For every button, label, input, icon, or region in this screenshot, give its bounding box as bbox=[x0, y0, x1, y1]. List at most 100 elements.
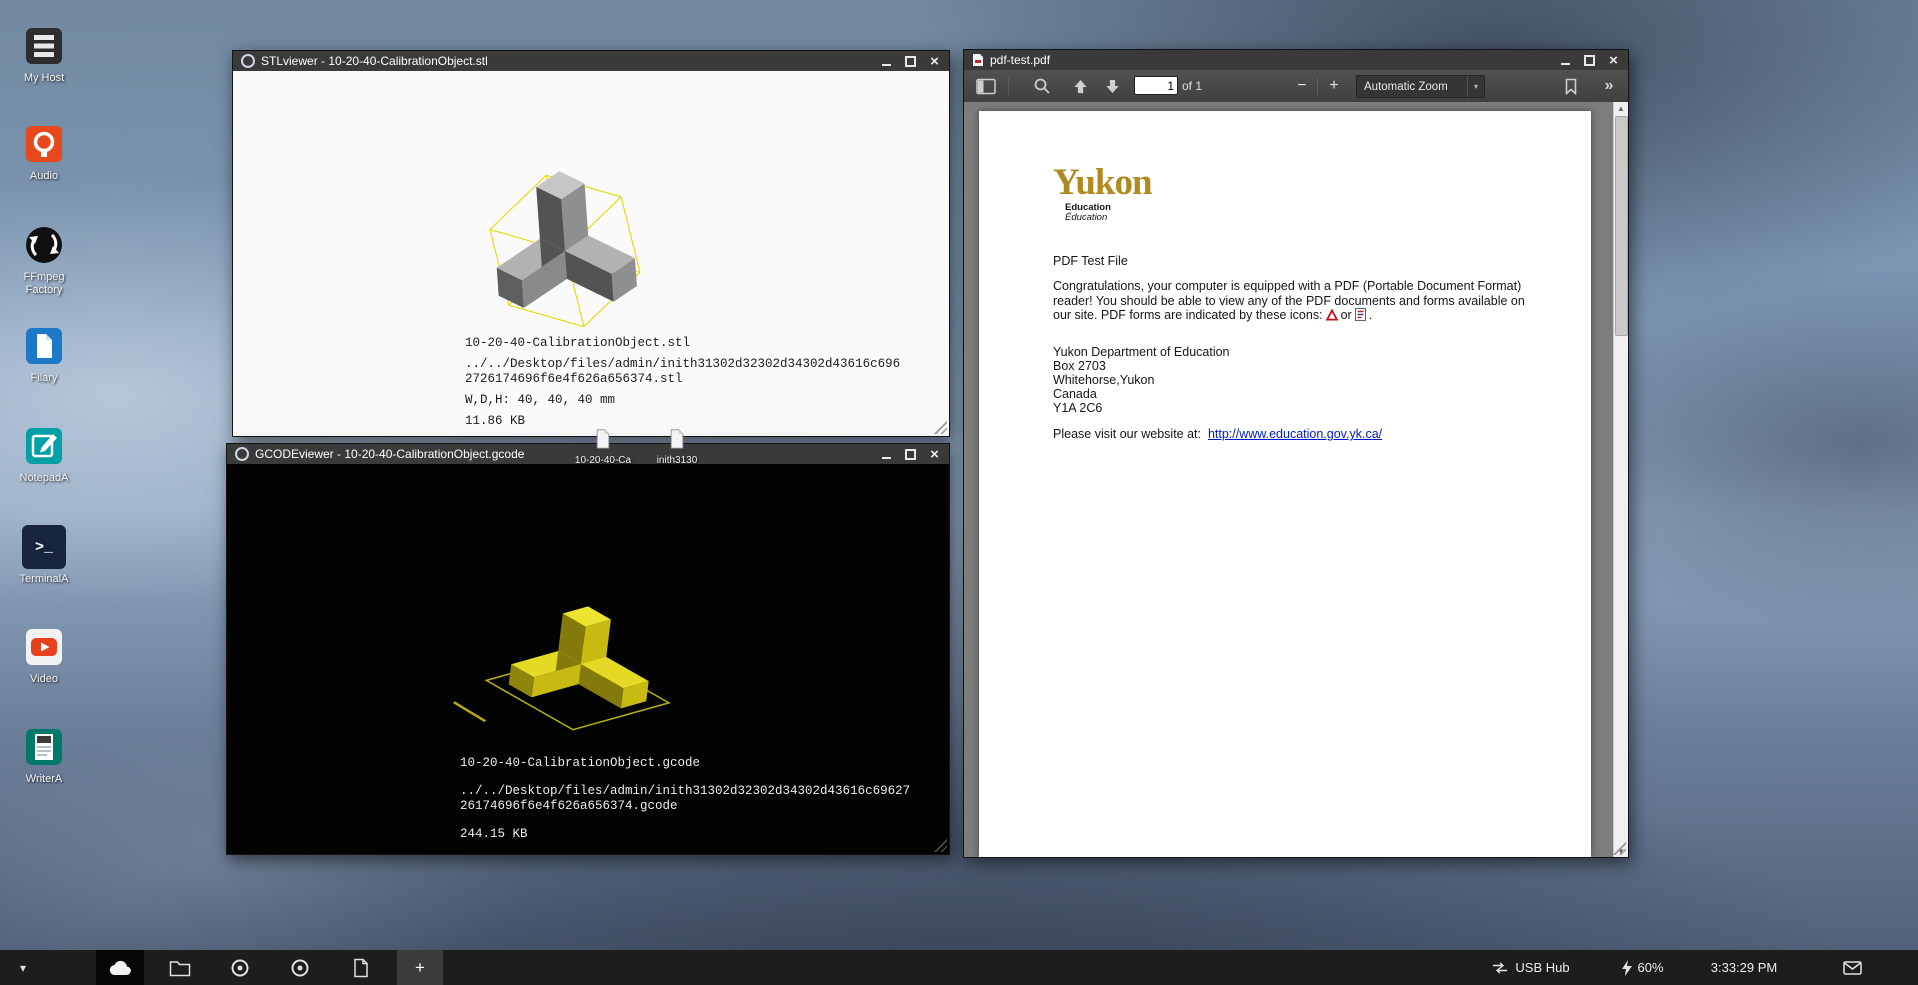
maximize-button[interactable] bbox=[904, 448, 917, 461]
taskbar-new-button[interactable]: + bbox=[397, 950, 443, 985]
power-icon bbox=[1622, 960, 1632, 976]
battery-percent-label: 60% bbox=[1637, 960, 1663, 975]
tray-battery[interactable]: 60% bbox=[1612, 950, 1674, 985]
address-line: Whitehorse,Yukon bbox=[1053, 373, 1230, 387]
bookmark-icon bbox=[1564, 78, 1578, 95]
stl-dimensions: W,D,H: 40, 40, 40 mm bbox=[465, 393, 900, 408]
close-button[interactable]: × bbox=[928, 55, 941, 68]
gcode-path-line1: ../../Desktop/files/admin/inith31302d323… bbox=[460, 784, 910, 799]
toggle-sidebar-button[interactable] bbox=[972, 70, 1000, 102]
resize-grip[interactable] bbox=[932, 837, 947, 852]
desktop-icon-label: Filary bbox=[6, 372, 82, 385]
zoom-level-select[interactable]: Automatic Zoom ▾ bbox=[1356, 75, 1485, 98]
desktop-icon-notepada[interactable]: NotepadA bbox=[6, 424, 82, 485]
taskbar-cloud-button[interactable] bbox=[96, 950, 144, 985]
taskbar-gcodeviewer-button[interactable] bbox=[276, 950, 324, 985]
pdf-doc-website-line: Please visit our website at: http://www.… bbox=[1053, 427, 1382, 441]
scrollbar-thumb[interactable] bbox=[1615, 116, 1628, 336]
minimize-button[interactable] bbox=[1559, 54, 1572, 67]
website-link[interactable]: http://www.education.gov.yk.ca/ bbox=[1208, 427, 1382, 441]
clock-label: 3:33:29 PM bbox=[1711, 960, 1778, 975]
chevron-down-icon: ▾ bbox=[1467, 76, 1484, 97]
gcode-viewer-window: GCODEviewer - 10-20-40-CalibrationObject… bbox=[226, 443, 950, 855]
taskbar-stlviewer-button[interactable] bbox=[216, 950, 264, 985]
video-play-icon bbox=[22, 625, 66, 669]
minimize-button[interactable] bbox=[880, 448, 893, 461]
paragraph-text: or bbox=[1341, 308, 1352, 322]
desktop-icon-writera[interactable]: WriterA bbox=[6, 725, 82, 786]
gcode-3d-viewport[interactable]: 10-20-40-CalibrationObject.gcode ../../D… bbox=[227, 464, 949, 854]
taskbar-files-button[interactable] bbox=[156, 950, 204, 985]
desktop-icon-audio[interactable]: Audio bbox=[6, 122, 82, 183]
purge-line bbox=[452, 702, 487, 721]
more-tools-button[interactable]: » bbox=[1596, 70, 1622, 102]
stl-path-line1: ../../Desktop/files/admin/inith31302d323… bbox=[465, 357, 900, 372]
tray-clock[interactable]: 3:33:29 PM bbox=[1692, 950, 1796, 985]
resize-grip[interactable] bbox=[932, 419, 947, 434]
pdf-toolbar: of 1 − + Automatic Zoom ▾ » bbox=[964, 70, 1628, 103]
envelope-icon bbox=[1843, 961, 1862, 975]
tray-usb-hub[interactable]: USB Hub bbox=[1472, 950, 1590, 985]
gcode-object-model bbox=[507, 598, 656, 711]
host-icon bbox=[22, 24, 66, 68]
writer-icon bbox=[22, 725, 66, 769]
gcode-app-circle-icon bbox=[290, 958, 310, 978]
close-button[interactable]: × bbox=[928, 448, 941, 461]
gcode-filesize: 244.15 KB bbox=[460, 827, 910, 842]
paragraph-line: Congratulations, your computer is equipp… bbox=[1053, 279, 1525, 294]
previous-page-button[interactable] bbox=[1066, 70, 1094, 102]
stl-3d-viewport[interactable]: 10-20-40-CalibrationObject.stl ../../Des… bbox=[233, 71, 949, 436]
usb-icon bbox=[1492, 962, 1508, 974]
page-number-input[interactable] bbox=[1134, 76, 1178, 95]
desktop-icon-video[interactable]: Video bbox=[6, 625, 82, 686]
stl-titlebar[interactable]: STLviewer - 10-20-40-CalibrationObject.s… bbox=[233, 51, 949, 71]
desktop-icon-label: NotepadA bbox=[6, 472, 82, 485]
files-icon bbox=[22, 324, 66, 368]
maximize-button[interactable] bbox=[904, 55, 917, 68]
stl-viewer-window: STLviewer - 10-20-40-CalibrationObject.s… bbox=[232, 50, 950, 437]
desktop-file-inith[interactable]: inith3130 bbox=[642, 429, 712, 466]
pdf-page: Yukon Education Éducation PDF Test File … bbox=[979, 111, 1591, 857]
terminal-glyph: >_ bbox=[35, 539, 53, 556]
pdf-scrollbar[interactable]: ▲ ▼ bbox=[1613, 102, 1628, 857]
pdf-doc-paragraph: Congratulations, your computer is equipp… bbox=[1053, 279, 1525, 323]
bookmark-button[interactable] bbox=[1558, 70, 1584, 102]
stl-filename: 10-20-40-CalibrationObject.stl bbox=[465, 336, 900, 351]
pdf-titlebar[interactable]: pdf-test.pdf × bbox=[964, 50, 1628, 70]
next-page-button[interactable] bbox=[1098, 70, 1126, 102]
minimize-button[interactable] bbox=[880, 55, 893, 68]
search-icon bbox=[1033, 77, 1051, 95]
scroll-up-arrow[interactable]: ▲ bbox=[1614, 102, 1628, 114]
window-controls: × bbox=[1559, 54, 1620, 67]
desktop-icon-my-host[interactable]: My Host bbox=[6, 24, 82, 85]
yukon-logo: Yukon bbox=[1053, 166, 1152, 200]
paragraph-text: . bbox=[1369, 308, 1372, 322]
pdf-doc-heading: PDF Test File bbox=[1053, 254, 1128, 268]
taskbar: ▾ + USB Hub 60% 3:33:29 PM bbox=[0, 950, 1918, 985]
taskbar-pdf-button[interactable] bbox=[337, 950, 385, 985]
desktop-icon-filary[interactable]: Filary bbox=[6, 324, 82, 385]
close-button[interactable]: × bbox=[1607, 54, 1620, 67]
pdf-content-area: Yukon Education Éducation PDF Test File … bbox=[964, 102, 1628, 857]
desktop-icon-terminala[interactable]: >_ TerminalA bbox=[6, 525, 82, 586]
page-count-label: of 1 bbox=[1182, 70, 1202, 102]
zoom-in-button[interactable]: + bbox=[1322, 70, 1346, 102]
taskbar-menu-caret[interactable]: ▾ bbox=[8, 950, 38, 985]
pdf-viewer-window: pdf-test.pdf × of 1 − bbox=[963, 49, 1629, 858]
terminal-icon: >_ bbox=[22, 525, 66, 569]
stl-filesize: 11.86 KB bbox=[465, 414, 900, 429]
tray-messages[interactable] bbox=[1830, 950, 1874, 985]
desktop-icon-label: Audio bbox=[6, 170, 82, 183]
paragraph-line: our site. PDF forms are indicated by the… bbox=[1053, 308, 1525, 323]
address-line: Box 2703 bbox=[1053, 359, 1230, 373]
maximize-button[interactable] bbox=[1583, 54, 1596, 67]
stl-file-info: 10-20-40-CalibrationObject.stl ../../Des… bbox=[465, 336, 900, 429]
desktop-icon-label: My Host bbox=[6, 72, 82, 85]
desktop-icon-ffmpeg-factory[interactable]: FFmpeg Factory bbox=[6, 223, 82, 297]
zoom-out-button[interactable]: − bbox=[1290, 70, 1314, 102]
pdf-doc-address: Yukon Department of Education Box 2703 W… bbox=[1053, 345, 1230, 415]
sidebar-toggle-icon bbox=[976, 78, 996, 95]
find-button[interactable] bbox=[1028, 70, 1056, 102]
website-label: Please visit our website at: bbox=[1053, 427, 1201, 441]
desktop-file-stl[interactable]: 10-20-40-Ca bbox=[568, 429, 638, 466]
